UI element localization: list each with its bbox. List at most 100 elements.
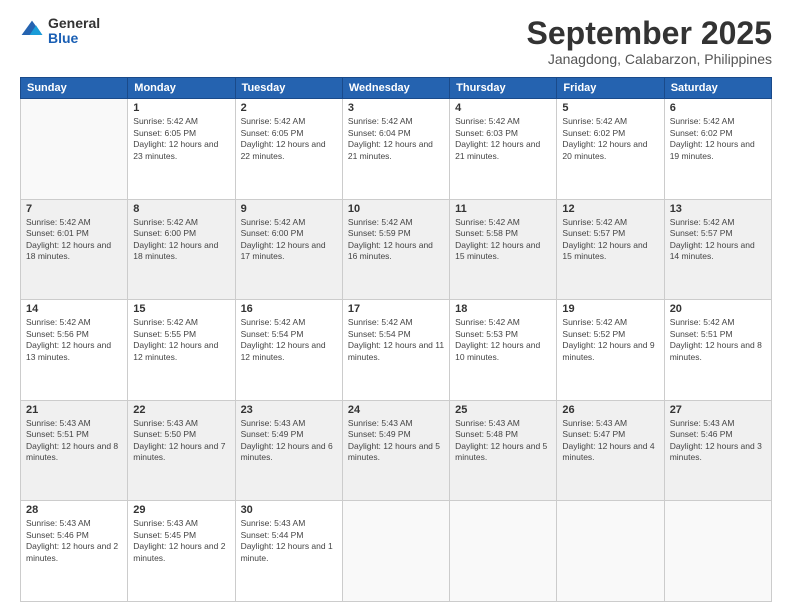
month-title: September 2025 bbox=[527, 16, 772, 51]
day-info: Sunrise: 5:43 AMSunset: 5:49 PMDaylight:… bbox=[348, 418, 440, 462]
day-number: 14 bbox=[26, 303, 122, 315]
day-info: Sunrise: 5:42 AMSunset: 6:02 PMDaylight:… bbox=[562, 116, 647, 160]
day-cell-14: 14 Sunrise: 5:42 AMSunset: 5:56 PMDaylig… bbox=[21, 300, 128, 401]
day-info: Sunrise: 5:43 AMSunset: 5:47 PMDaylight:… bbox=[562, 418, 654, 462]
day-number: 24 bbox=[348, 404, 444, 416]
page: General Blue September 2025 Janagdong, C… bbox=[0, 0, 792, 612]
day-info: Sunrise: 5:42 AMSunset: 5:56 PMDaylight:… bbox=[26, 317, 111, 361]
header: General Blue September 2025 Janagdong, C… bbox=[20, 16, 772, 67]
day-cell-7: 7 Sunrise: 5:42 AMSunset: 6:01 PMDayligh… bbox=[21, 199, 128, 300]
day-cell-16: 16 Sunrise: 5:42 AMSunset: 5:54 PMDaylig… bbox=[235, 300, 342, 401]
week-row-5: 28 Sunrise: 5:43 AMSunset: 5:46 PMDaylig… bbox=[21, 501, 772, 602]
empty-cell bbox=[450, 501, 557, 602]
header-thursday: Thursday bbox=[450, 78, 557, 99]
day-cell-18: 18 Sunrise: 5:42 AMSunset: 5:53 PMDaylig… bbox=[450, 300, 557, 401]
day-info: Sunrise: 5:42 AMSunset: 6:04 PMDaylight:… bbox=[348, 116, 433, 160]
day-cell-2: 2 Sunrise: 5:42 AMSunset: 6:05 PMDayligh… bbox=[235, 99, 342, 200]
day-cell-27: 27 Sunrise: 5:43 AMSunset: 5:46 PMDaylig… bbox=[664, 400, 771, 501]
day-number: 5 bbox=[562, 102, 658, 114]
day-info: Sunrise: 5:42 AMSunset: 5:58 PMDaylight:… bbox=[455, 217, 540, 261]
day-info: Sunrise: 5:42 AMSunset: 5:54 PMDaylight:… bbox=[241, 317, 326, 361]
day-number: 7 bbox=[26, 203, 122, 215]
weekday-header-row: Sunday Monday Tuesday Wednesday Thursday… bbox=[21, 78, 772, 99]
day-info: Sunrise: 5:42 AMSunset: 5:53 PMDaylight:… bbox=[455, 317, 540, 361]
header-monday: Monday bbox=[128, 78, 235, 99]
day-cell-17: 17 Sunrise: 5:42 AMSunset: 5:54 PMDaylig… bbox=[342, 300, 449, 401]
day-cell-10: 10 Sunrise: 5:42 AMSunset: 5:59 PMDaylig… bbox=[342, 199, 449, 300]
day-cell-28: 28 Sunrise: 5:43 AMSunset: 5:46 PMDaylig… bbox=[21, 501, 128, 602]
day-info: Sunrise: 5:42 AMSunset: 6:00 PMDaylight:… bbox=[133, 217, 218, 261]
day-cell-22: 22 Sunrise: 5:43 AMSunset: 5:50 PMDaylig… bbox=[128, 400, 235, 501]
day-info: Sunrise: 5:42 AMSunset: 5:59 PMDaylight:… bbox=[348, 217, 433, 261]
day-cell-20: 20 Sunrise: 5:42 AMSunset: 5:51 PMDaylig… bbox=[664, 300, 771, 401]
day-info: Sunrise: 5:42 AMSunset: 6:02 PMDaylight:… bbox=[670, 116, 755, 160]
calendar-table: Sunday Monday Tuesday Wednesday Thursday… bbox=[20, 77, 772, 602]
day-info: Sunrise: 5:43 AMSunset: 5:46 PMDaylight:… bbox=[670, 418, 762, 462]
day-cell-30: 30 Sunrise: 5:43 AMSunset: 5:44 PMDaylig… bbox=[235, 501, 342, 602]
day-info: Sunrise: 5:42 AMSunset: 5:51 PMDaylight:… bbox=[670, 317, 762, 361]
day-number: 26 bbox=[562, 404, 658, 416]
day-number: 16 bbox=[241, 303, 337, 315]
day-cell-29: 29 Sunrise: 5:43 AMSunset: 5:45 PMDaylig… bbox=[128, 501, 235, 602]
week-row-2: 7 Sunrise: 5:42 AMSunset: 6:01 PMDayligh… bbox=[21, 199, 772, 300]
day-number: 11 bbox=[455, 203, 551, 215]
day-number: 18 bbox=[455, 303, 551, 315]
day-number: 17 bbox=[348, 303, 444, 315]
day-number: 21 bbox=[26, 404, 122, 416]
empty-cell bbox=[21, 99, 128, 200]
header-sunday: Sunday bbox=[21, 78, 128, 99]
day-number: 12 bbox=[562, 203, 658, 215]
day-cell-1: 1 Sunrise: 5:42 AMSunset: 6:05 PMDayligh… bbox=[128, 99, 235, 200]
day-info: Sunrise: 5:42 AMSunset: 5:57 PMDaylight:… bbox=[670, 217, 755, 261]
logo-general: General bbox=[48, 16, 100, 31]
day-number: 1 bbox=[133, 102, 229, 114]
day-info: Sunrise: 5:43 AMSunset: 5:48 PMDaylight:… bbox=[455, 418, 547, 462]
header-tuesday: Tuesday bbox=[235, 78, 342, 99]
day-cell-8: 8 Sunrise: 5:42 AMSunset: 6:00 PMDayligh… bbox=[128, 199, 235, 300]
day-number: 9 bbox=[241, 203, 337, 215]
day-cell-6: 6 Sunrise: 5:42 AMSunset: 6:02 PMDayligh… bbox=[664, 99, 771, 200]
day-number: 22 bbox=[133, 404, 229, 416]
day-number: 25 bbox=[455, 404, 551, 416]
day-cell-5: 5 Sunrise: 5:42 AMSunset: 6:02 PMDayligh… bbox=[557, 99, 664, 200]
week-row-4: 21 Sunrise: 5:43 AMSunset: 5:51 PMDaylig… bbox=[21, 400, 772, 501]
day-number: 6 bbox=[670, 102, 766, 114]
day-info: Sunrise: 5:42 AMSunset: 6:01 PMDaylight:… bbox=[26, 217, 111, 261]
day-info: Sunrise: 5:43 AMSunset: 5:45 PMDaylight:… bbox=[133, 518, 225, 562]
day-cell-13: 13 Sunrise: 5:42 AMSunset: 5:57 PMDaylig… bbox=[664, 199, 771, 300]
day-cell-25: 25 Sunrise: 5:43 AMSunset: 5:48 PMDaylig… bbox=[450, 400, 557, 501]
logo: General Blue bbox=[20, 16, 100, 47]
day-info: Sunrise: 5:42 AMSunset: 6:03 PMDaylight:… bbox=[455, 116, 540, 160]
day-cell-23: 23 Sunrise: 5:43 AMSunset: 5:49 PMDaylig… bbox=[235, 400, 342, 501]
day-info: Sunrise: 5:43 AMSunset: 5:44 PMDaylight:… bbox=[241, 518, 333, 562]
day-info: Sunrise: 5:42 AMSunset: 5:54 PMDaylight:… bbox=[348, 317, 444, 361]
day-cell-26: 26 Sunrise: 5:43 AMSunset: 5:47 PMDaylig… bbox=[557, 400, 664, 501]
day-number: 20 bbox=[670, 303, 766, 315]
day-number: 19 bbox=[562, 303, 658, 315]
day-number: 28 bbox=[26, 504, 122, 516]
day-number: 23 bbox=[241, 404, 337, 416]
header-friday: Friday bbox=[557, 78, 664, 99]
day-number: 30 bbox=[241, 504, 337, 516]
day-number: 15 bbox=[133, 303, 229, 315]
title-section: September 2025 Janagdong, Calabarzon, Ph… bbox=[527, 16, 772, 67]
day-number: 2 bbox=[241, 102, 337, 114]
logo-icon bbox=[20, 19, 44, 43]
day-cell-4: 4 Sunrise: 5:42 AMSunset: 6:03 PMDayligh… bbox=[450, 99, 557, 200]
day-cell-15: 15 Sunrise: 5:42 AMSunset: 5:55 PMDaylig… bbox=[128, 300, 235, 401]
day-info: Sunrise: 5:43 AMSunset: 5:46 PMDaylight:… bbox=[26, 518, 118, 562]
week-row-3: 14 Sunrise: 5:42 AMSunset: 5:56 PMDaylig… bbox=[21, 300, 772, 401]
day-cell-3: 3 Sunrise: 5:42 AMSunset: 6:04 PMDayligh… bbox=[342, 99, 449, 200]
day-number: 10 bbox=[348, 203, 444, 215]
logo-text: General Blue bbox=[48, 16, 100, 47]
logo-blue: Blue bbox=[48, 31, 100, 46]
empty-cell bbox=[342, 501, 449, 602]
day-number: 3 bbox=[348, 102, 444, 114]
day-info: Sunrise: 5:43 AMSunset: 5:50 PMDaylight:… bbox=[133, 418, 225, 462]
day-info: Sunrise: 5:42 AMSunset: 5:55 PMDaylight:… bbox=[133, 317, 218, 361]
day-info: Sunrise: 5:42 AMSunset: 6:05 PMDaylight:… bbox=[241, 116, 326, 160]
day-number: 29 bbox=[133, 504, 229, 516]
day-info: Sunrise: 5:42 AMSunset: 5:57 PMDaylight:… bbox=[562, 217, 647, 261]
day-number: 27 bbox=[670, 404, 766, 416]
header-saturday: Saturday bbox=[664, 78, 771, 99]
